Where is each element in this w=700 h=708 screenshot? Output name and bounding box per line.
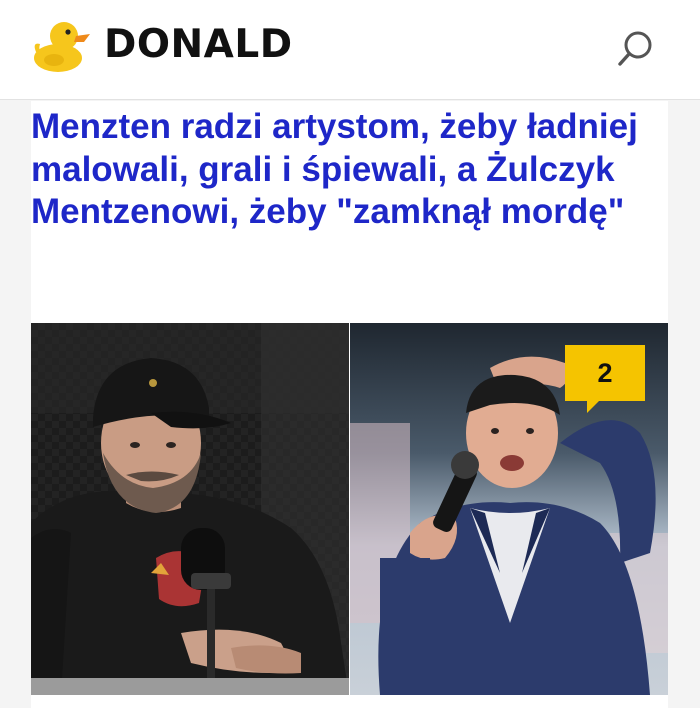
comment-count-badge[interactable]: 2 bbox=[565, 345, 645, 413]
article-headline[interactable]: Menzten radzi artystom, żeby ładniej mal… bbox=[31, 106, 651, 234]
duck-icon bbox=[34, 22, 90, 72]
brand-name: DONALD bbox=[104, 22, 293, 67]
comment-count: 2 bbox=[597, 358, 613, 388]
search-icon[interactable] bbox=[614, 26, 658, 70]
site-header: DONALD bbox=[0, 0, 700, 100]
site-logo[interactable]: DONALD bbox=[28, 14, 293, 76]
article-photo-left[interactable] bbox=[31, 323, 349, 695]
